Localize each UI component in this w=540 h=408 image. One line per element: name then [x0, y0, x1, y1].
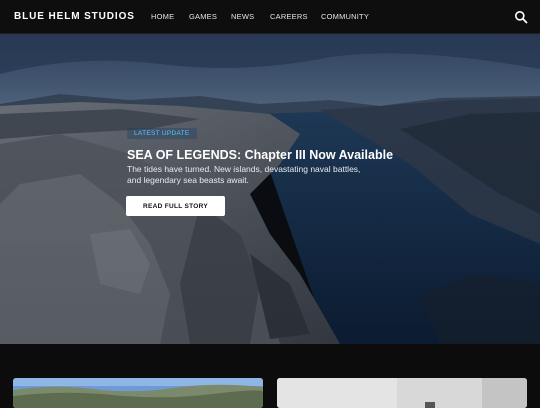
news-card[interactable] [13, 378, 263, 408]
hero-overlay [0, 34, 540, 344]
nav-news[interactable]: NEWS [231, 12, 254, 21]
read-full-story-button[interactable]: READ FULL STORY [126, 196, 225, 216]
search-icon[interactable] [514, 10, 528, 24]
latest-update-badge: LATEST UPDATE [127, 128, 197, 139]
nav-community[interactable]: COMMUNITY [321, 12, 369, 21]
news-card[interactable] [277, 378, 527, 408]
nav-home[interactable]: HOME [151, 12, 174, 21]
nav-careers[interactable]: CAREERS [270, 12, 308, 21]
news-card-image [277, 378, 527, 408]
brand-logo[interactable]: BLUE HELM STUDIOS [14, 11, 135, 22]
hero-description: The tides have turned. New islands, deva… [127, 164, 361, 185]
news-card-image [13, 378, 263, 408]
nav-games[interactable]: GAMES [189, 12, 217, 21]
hero-title: SEA OF LEGENDS: Chapter III Now Availabl… [127, 148, 394, 162]
top-navigation: BLUE HELM STUDIOS HOME GAMES NEWS CAREER… [0, 0, 540, 34]
hero-banner [0, 34, 540, 344]
